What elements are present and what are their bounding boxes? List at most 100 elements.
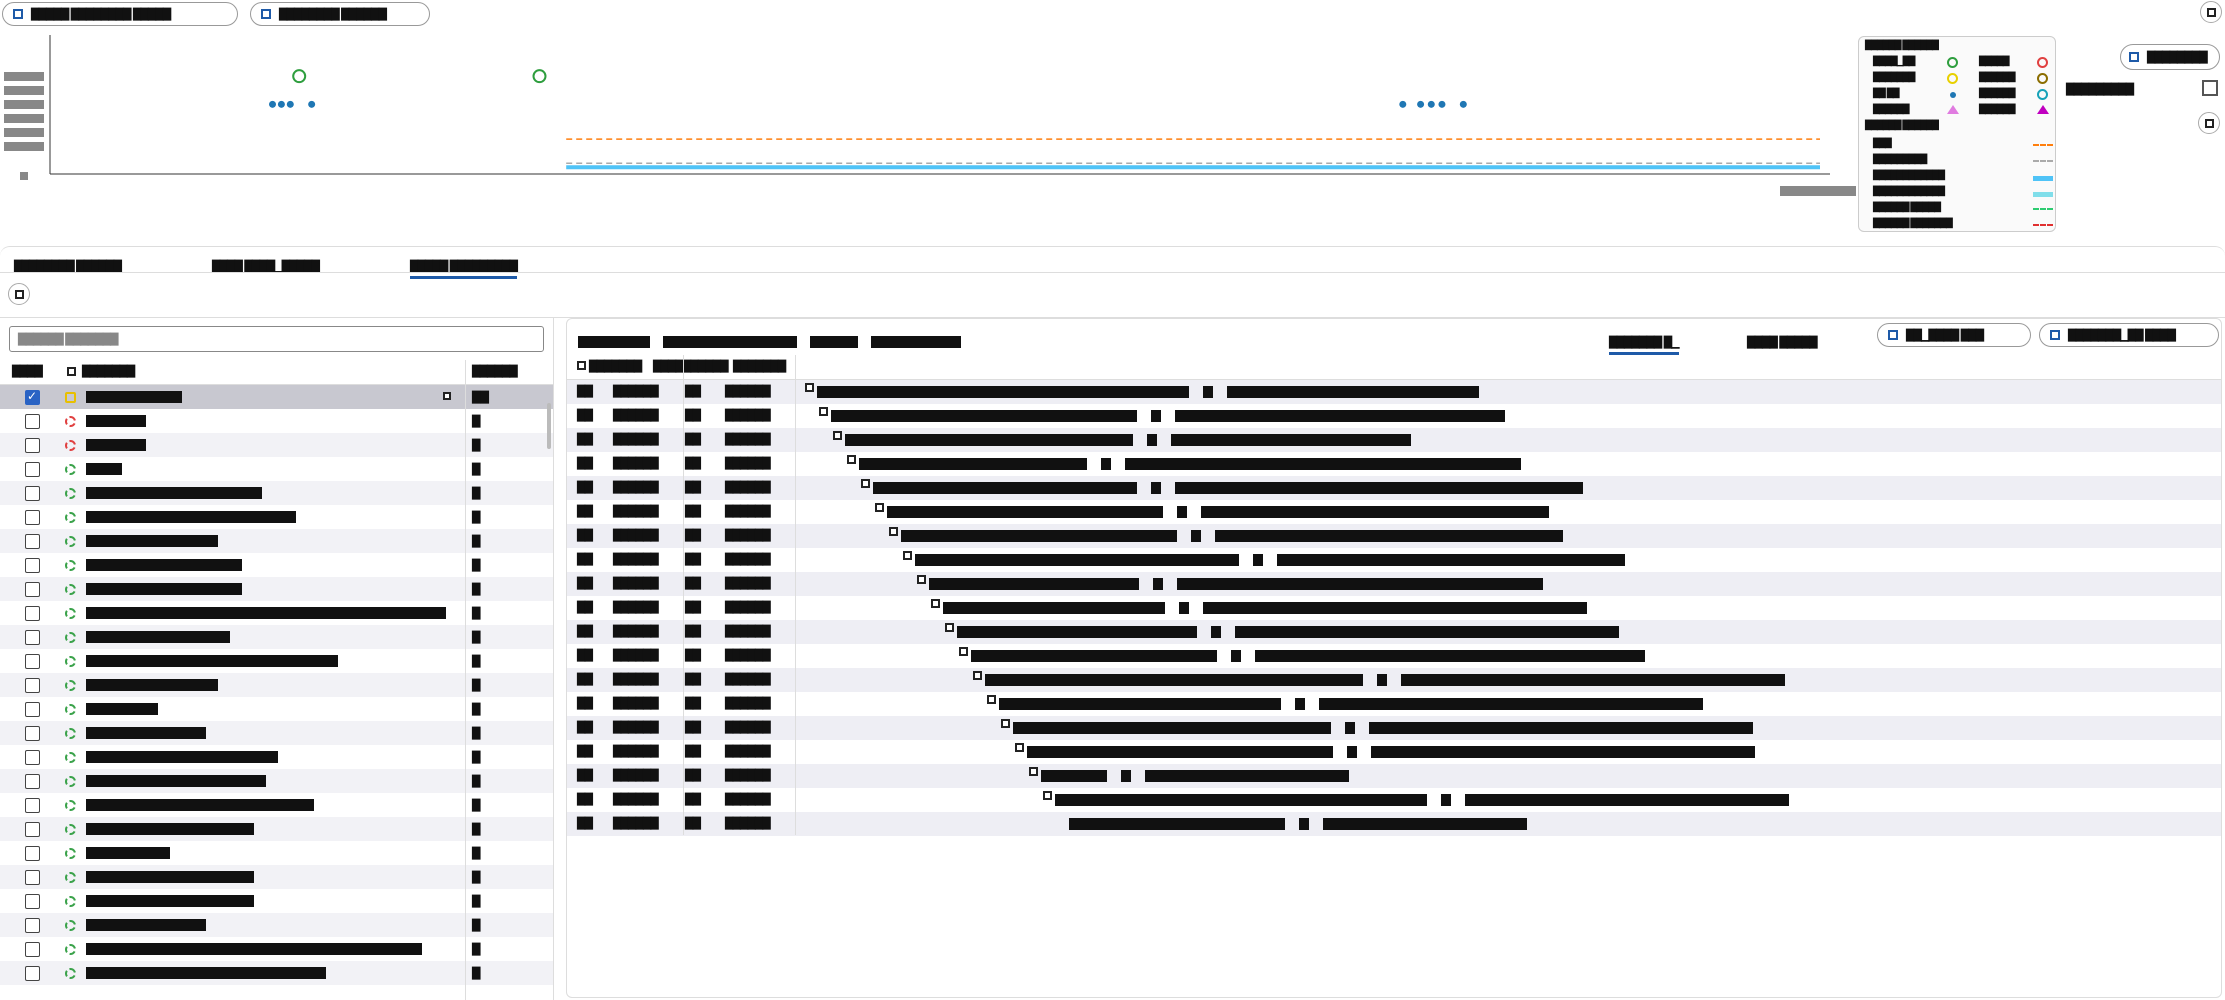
row-checkbox[interactable]	[25, 438, 40, 453]
corner-button-top[interactable]	[2200, 1, 2222, 23]
detail-row[interactable]: ██ ██████ ██ ██████	[567, 644, 2221, 668]
detail-row[interactable]: ██ ██████ ██ ██████	[567, 500, 2221, 524]
detail-tab-1[interactable]	[578, 331, 962, 351]
expand-icon[interactable]	[903, 551, 912, 560]
list-item[interactable]: █	[0, 889, 553, 913]
detail-tab-other[interactable]: ████ █████	[1747, 331, 1818, 351]
expand-icon[interactable]	[847, 455, 856, 464]
filter-pill-1[interactable]: █████ ████████ █████	[2, 2, 238, 26]
expand-icon[interactable]	[917, 575, 926, 584]
event-dot[interactable]	[1438, 100, 1446, 108]
event-dot[interactable]	[1417, 100, 1425, 108]
detail-row[interactable]: ██ ██████ ██ ██████	[567, 572, 2221, 596]
row-checkbox[interactable]	[25, 414, 40, 429]
row-checkbox[interactable]	[25, 558, 40, 573]
list-item[interactable]: █	[0, 577, 553, 601]
row-checkbox[interactable]	[25, 942, 40, 957]
row-checkbox[interactable]	[25, 389, 40, 405]
expand-icon[interactable]	[875, 503, 884, 512]
detail-row[interactable]: ██ ██████ ██ ██████	[567, 668, 2221, 692]
expand-icon[interactable]	[1029, 767, 1038, 776]
search-input[interactable]: ██████ ███████	[9, 326, 544, 352]
detail-row[interactable]: ██ ██████ ██ ██████	[567, 740, 2221, 764]
list-item[interactable]: █	[0, 649, 553, 673]
detail-button-2[interactable]: ███████▁██ ████	[2039, 323, 2219, 347]
detail-button-1[interactable]: ██▁████ ███	[1877, 323, 2031, 347]
detail-row[interactable]: ██ ██████ ██ ██████	[567, 380, 2221, 404]
list-item[interactable]: █	[0, 409, 553, 433]
sub-toolbar-button[interactable]	[8, 283, 30, 305]
expand-icon[interactable]	[805, 383, 814, 392]
list-item[interactable]: █	[0, 913, 553, 937]
row-checkbox[interactable]	[25, 966, 40, 981]
list-item[interactable]: █	[0, 817, 553, 841]
row-checkbox[interactable]	[25, 798, 40, 813]
list-item[interactable]: █	[0, 961, 553, 985]
list-item[interactable]: █	[0, 793, 553, 817]
list-item[interactable]: █	[0, 433, 553, 457]
list-item[interactable]: █	[0, 745, 553, 769]
event-dot[interactable]	[277, 100, 285, 108]
header-col-1[interactable]: ████	[12, 365, 43, 378]
list-item[interactable]: █	[0, 529, 553, 553]
list-item[interactable]: █	[0, 625, 553, 649]
row-checkbox[interactable]	[25, 822, 40, 837]
list-item[interactable]: █	[0, 865, 553, 889]
event-dot[interactable]	[1427, 100, 1435, 108]
row-checkbox[interactable]	[25, 486, 40, 501]
detail-tab-active[interactable]: ███████ █▁	[1609, 331, 1680, 355]
event-dot[interactable]	[286, 100, 294, 108]
detail-row[interactable]: ██ ██████ ██ ██████	[567, 596, 2221, 620]
row-action-icon[interactable]	[443, 392, 451, 400]
side-button[interactable]	[2198, 112, 2220, 134]
expand-icon[interactable]	[1043, 791, 1052, 800]
expand-icon[interactable]	[959, 647, 968, 656]
detail-row[interactable]: ██ ██████ ██ ██████	[567, 788, 2221, 812]
row-checkbox[interactable]	[25, 702, 40, 717]
list-item[interactable]: ██	[0, 385, 553, 409]
mode-select[interactable]: █████████	[2066, 76, 2186, 102]
list-item[interactable]: █	[0, 601, 553, 625]
row-checkbox[interactable]	[25, 726, 40, 741]
header-select-icon[interactable]	[67, 367, 76, 376]
filter-pill-2[interactable]: ████████ ██████	[250, 2, 430, 26]
list-item[interactable]: █	[0, 505, 553, 529]
row-checkbox[interactable]	[25, 750, 40, 765]
list-item[interactable]: █	[0, 769, 553, 793]
expand-icon[interactable]	[973, 671, 982, 680]
expand-icon[interactable]	[987, 695, 996, 704]
list-scrollbar[interactable]	[547, 403, 551, 449]
expand-icon[interactable]	[1001, 719, 1010, 728]
event-marker[interactable]	[532, 69, 547, 84]
header-select-icon[interactable]	[577, 361, 586, 370]
row-checkbox[interactable]	[25, 894, 40, 909]
header-col-2[interactable]: ███████	[82, 365, 135, 378]
expand-icon[interactable]	[819, 407, 828, 416]
event-dot[interactable]	[1399, 100, 1407, 108]
row-checkbox[interactable]	[25, 534, 40, 549]
detail-row[interactable]: ██ ██████ ██ ██████	[567, 692, 2221, 716]
detail-row[interactable]: ██ ██████ ██ ██████	[567, 764, 2221, 788]
list-item[interactable]: █	[0, 937, 553, 961]
expand-icon[interactable]	[861, 479, 870, 488]
expand-icon[interactable]	[833, 431, 842, 440]
export-button[interactable]: ████████	[2120, 44, 2220, 70]
row-checkbox[interactable]	[25, 630, 40, 645]
expand-icon[interactable]	[889, 527, 898, 536]
row-checkbox[interactable]	[25, 678, 40, 693]
detail-row[interactable]: ██ ██████ ██ ██████	[567, 524, 2221, 548]
event-dot[interactable]	[308, 100, 316, 108]
event-marker[interactable]	[292, 69, 307, 84]
row-checkbox[interactable]	[25, 582, 40, 597]
detail-row[interactable]: ██ ██████ ██ ██████	[567, 812, 2221, 836]
detail-row[interactable]: ██ ██████ ██ ██████	[567, 716, 2221, 740]
row-checkbox[interactable]	[25, 462, 40, 477]
detail-header-col-2[interactable]: ██████████	[653, 360, 729, 373]
list-item[interactable]: █	[0, 841, 553, 865]
expand-icon[interactable]	[945, 623, 954, 632]
detail-header-col-3[interactable]: ███████	[733, 360, 786, 373]
row-checkbox[interactable]	[25, 510, 40, 525]
list-item[interactable]: █	[0, 553, 553, 577]
list-item[interactable]: █	[0, 721, 553, 745]
row-checkbox[interactable]	[25, 918, 40, 933]
